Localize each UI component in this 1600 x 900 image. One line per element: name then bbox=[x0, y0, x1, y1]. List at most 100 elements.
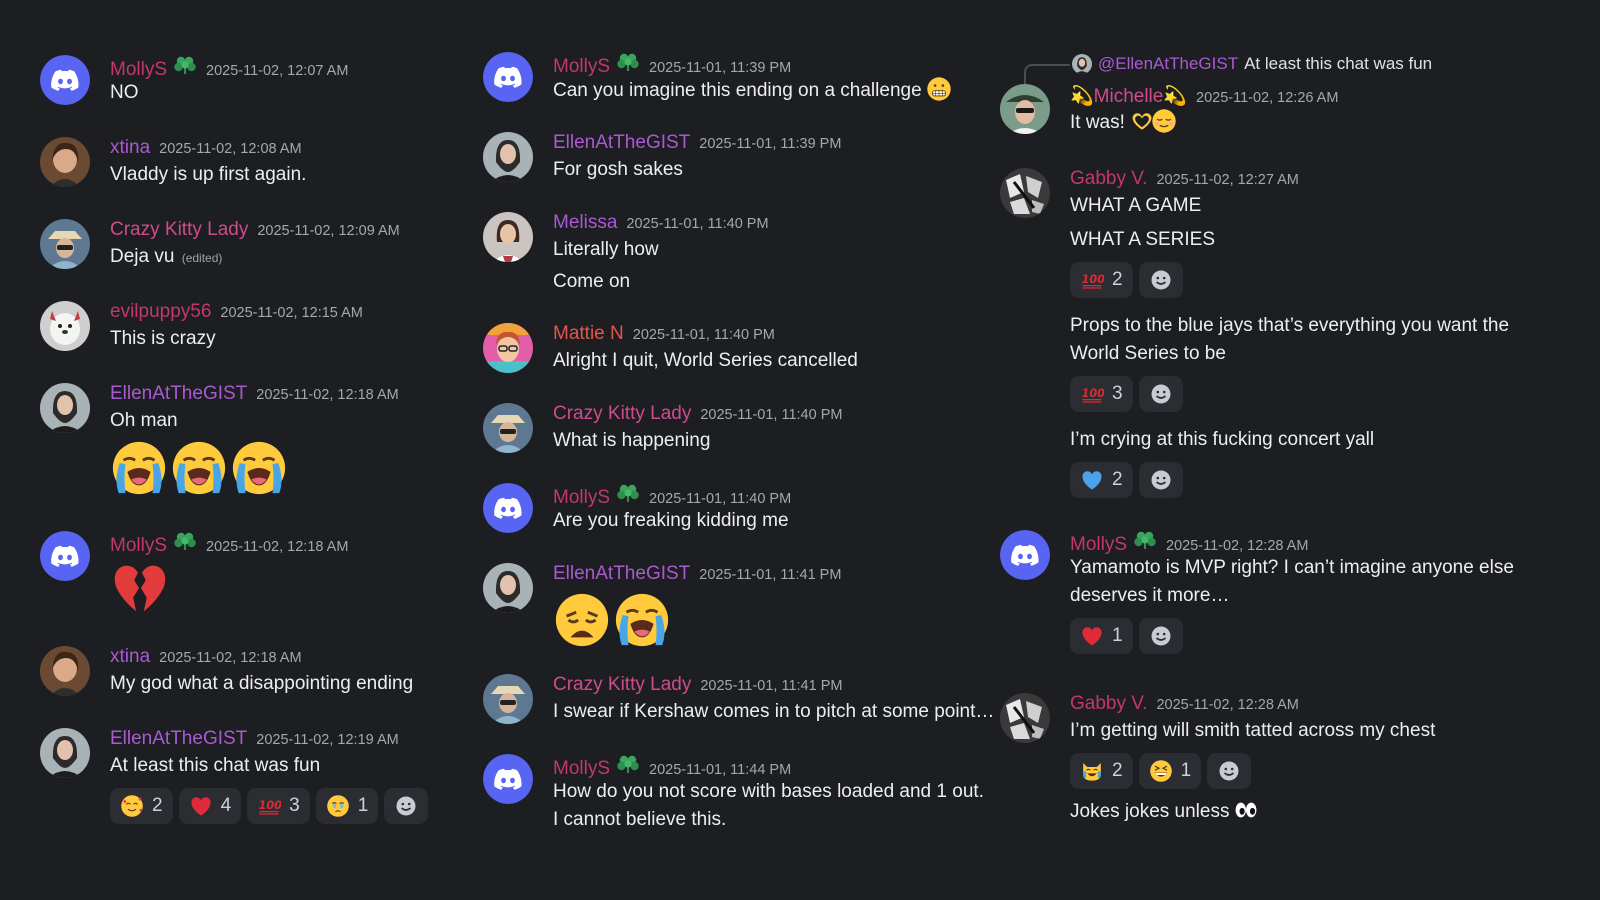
message-text: Oh man bbox=[110, 410, 178, 431]
reaction-count: 1 bbox=[1112, 625, 1123, 646]
reaction-count: 1 bbox=[357, 795, 369, 816]
add-reaction-button[interactable] bbox=[384, 788, 429, 824]
add-reaction-button[interactable] bbox=[1138, 262, 1183, 298]
discord-default-avatar[interactable] bbox=[40, 55, 90, 105]
emoji-row bbox=[110, 439, 399, 497]
username[interactable]: 💫Michelle💫 bbox=[1070, 84, 1187, 108]
reaction-bar: 3 bbox=[1070, 376, 1550, 412]
message-text: Come on bbox=[553, 271, 631, 292]
discord-default-avatar[interactable] bbox=[483, 754, 533, 804]
username[interactable]: Crazy Kitty Lady bbox=[110, 219, 248, 241]
username[interactable]: xtina bbox=[110, 137, 150, 159]
user-avatar[interactable] bbox=[40, 646, 90, 696]
user-avatar[interactable] bbox=[483, 403, 533, 453]
face-holding-back-tears-icon bbox=[326, 794, 350, 818]
user-avatar[interactable] bbox=[483, 674, 533, 724]
message-text: WHAT A GAME bbox=[1070, 195, 1202, 216]
username[interactable]: Melissa bbox=[553, 212, 617, 234]
discord-default-avatar[interactable] bbox=[483, 52, 533, 102]
reaction-pill[interactable]: 1 bbox=[1138, 753, 1202, 789]
add-reaction-button[interactable] bbox=[1138, 376, 1183, 412]
username[interactable]: MollyS bbox=[110, 535, 167, 557]
user-avatar[interactable] bbox=[483, 132, 533, 182]
add-reaction-button[interactable] bbox=[1207, 753, 1252, 789]
emoji-row bbox=[553, 591, 841, 649]
username[interactable]: Crazy Kitty Lady bbox=[553, 403, 691, 425]
add-reaction-button[interactable] bbox=[1138, 462, 1183, 498]
user-avatar[interactable] bbox=[40, 301, 90, 351]
username[interactable]: MollyS bbox=[110, 59, 167, 81]
username[interactable]: Mattie N bbox=[553, 323, 624, 345]
message-text: Props to the blue jays that’s everything… bbox=[1070, 315, 1510, 364]
username[interactable]: MollyS bbox=[553, 56, 610, 78]
reaction-count: 2 bbox=[1112, 469, 1123, 490]
loudly-crying-face-icon bbox=[170, 439, 228, 497]
discord-default-avatar[interactable] bbox=[483, 483, 533, 533]
add-reaction-button[interactable] bbox=[1138, 618, 1183, 654]
user-avatar[interactable] bbox=[483, 323, 533, 373]
message-text: I swear if Kershaw comes in to pitch at … bbox=[553, 701, 995, 722]
username[interactable]: EllenAtTheGIST bbox=[110, 383, 247, 405]
user-avatar[interactable] bbox=[483, 212, 533, 262]
reaction-bar: 2 bbox=[1070, 462, 1550, 498]
user-avatar[interactable] bbox=[40, 219, 90, 269]
user-avatar[interactable] bbox=[40, 383, 90, 433]
reaction-pill[interactable]: 3 bbox=[247, 788, 310, 824]
timestamp: 2025-11-02, 12:26 AM bbox=[1196, 90, 1339, 106]
reaction-pill[interactable]: 2 bbox=[1070, 262, 1133, 298]
message-text: At least this chat was fun bbox=[110, 755, 321, 776]
discord-default-avatar[interactable] bbox=[40, 531, 90, 581]
message-text: What is happening bbox=[553, 430, 711, 451]
timestamp: 2025-11-02, 12:18 AM bbox=[159, 650, 302, 666]
username[interactable]: MollyS bbox=[553, 758, 610, 780]
reaction-pill[interactable]: 2 bbox=[1070, 753, 1133, 789]
reaction-pill[interactable]: 3 bbox=[1070, 376, 1133, 412]
reaction-pill[interactable]: 4 bbox=[178, 788, 242, 824]
user-avatar[interactable] bbox=[40, 728, 90, 778]
message-text: Jokes jokes unless bbox=[1070, 797, 1435, 826]
message-text: This is crazy bbox=[110, 328, 216, 349]
red-heart-icon bbox=[189, 794, 213, 818]
add-reaction-smiley-icon bbox=[1149, 382, 1173, 406]
discord-default-avatar[interactable] bbox=[1000, 530, 1050, 580]
message-text: Literally how bbox=[553, 239, 659, 260]
cat-with-tears-of-joy-icon bbox=[1080, 759, 1104, 783]
reply-reference[interactable]: @EllenAtTheGIST At least this chat was f… bbox=[1072, 54, 1432, 74]
username[interactable]: xtina bbox=[110, 646, 150, 668]
timestamp: 2025-11-01, 11:41 PM bbox=[699, 567, 842, 583]
user-avatar[interactable] bbox=[483, 563, 533, 613]
username[interactable]: Crazy Kitty Lady bbox=[553, 674, 691, 696]
timestamp: 2025-11-01, 11:39 PM bbox=[699, 136, 842, 152]
username[interactable]: Gabby V. bbox=[1070, 693, 1147, 715]
reaction-pill[interactable]: 1 bbox=[1070, 618, 1133, 654]
username[interactable]: evilpuppy56 bbox=[110, 301, 211, 323]
timestamp: 2025-11-02, 12:08 AM bbox=[159, 141, 302, 157]
reply-mention[interactable]: @EllenAtTheGIST bbox=[1098, 54, 1238, 74]
user-avatar[interactable] bbox=[40, 137, 90, 187]
relieved-face-icon bbox=[1151, 108, 1177, 134]
message-text: WHAT A SERIES bbox=[1070, 229, 1216, 250]
timestamp: 2025-11-01, 11:39 PM bbox=[649, 60, 792, 76]
username[interactable]: MollyS bbox=[1070, 534, 1127, 556]
timestamp: 2025-11-02, 12:07 AM bbox=[206, 63, 349, 79]
timestamp: 2025-11-02, 12:09 AM bbox=[257, 223, 400, 239]
user-avatar[interactable] bbox=[1000, 168, 1050, 218]
reaction-pill[interactable]: 2 bbox=[110, 788, 173, 824]
user-avatar[interactable] bbox=[1000, 84, 1050, 134]
add-reaction-smiley-icon bbox=[1217, 759, 1241, 783]
timestamp: 2025-11-01, 11:40 PM bbox=[626, 216, 769, 232]
message-text-content: Deja vu bbox=[110, 246, 175, 267]
reaction-bar: 2 1 bbox=[1070, 753, 1435, 789]
hundred-points-icon bbox=[1080, 268, 1104, 292]
reaction-count: 1 bbox=[1180, 760, 1192, 781]
username[interactable]: EllenAtTheGIST bbox=[553, 132, 690, 154]
username[interactable]: EllenAtTheGIST bbox=[553, 563, 690, 585]
user-avatar[interactable] bbox=[1000, 693, 1050, 743]
reaction-pill[interactable]: 1 bbox=[315, 788, 379, 824]
timestamp: 2025-11-02, 12:18 AM bbox=[256, 387, 399, 403]
grimacing-face-icon bbox=[926, 76, 952, 102]
username[interactable]: MollyS bbox=[553, 487, 610, 509]
username[interactable]: EllenAtTheGIST bbox=[110, 728, 247, 750]
reaction-pill[interactable]: 2 bbox=[1070, 462, 1133, 498]
username[interactable]: Gabby V. bbox=[1070, 168, 1147, 190]
